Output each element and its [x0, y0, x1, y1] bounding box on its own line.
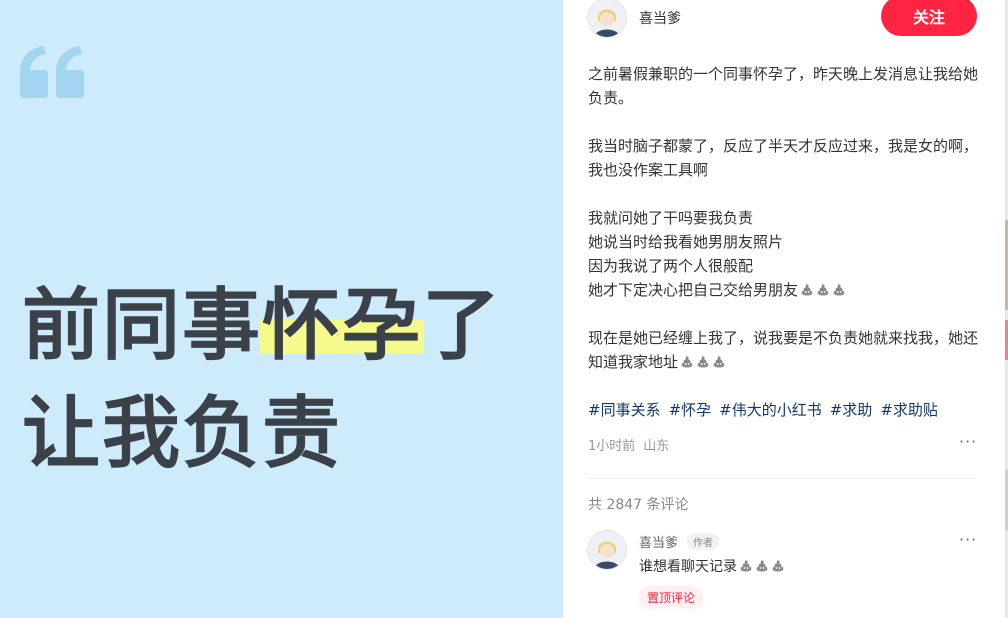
tag-link[interactable]: #求助: [830, 401, 873, 419]
author-badge: 作者: [687, 533, 719, 550]
poop-emoji-icon: [712, 352, 726, 368]
note-detail-panel: 喜当爹 关注 之前暑假兼职的一个同事怀孕了，昨天晚上发消息让我给她负责。 我当时…: [563, 0, 1005, 618]
poop-emoji-icon: [771, 559, 785, 573]
post-paragraph-text: 现在是她已经缠上我了，说我要是不负责她就来找我，她还知道我家地址: [588, 329, 979, 371]
user-avatar-icon[interactable]: [587, 530, 627, 570]
quote-mark-icon: [18, 44, 88, 102]
cover-headline: 前同事怀孕了 让我负责: [22, 272, 502, 488]
headline-text-part1: 前同事: [22, 281, 263, 371]
post-line-with-emoji: 她才下定决心把自己交给男朋友: [588, 278, 980, 302]
more-dots-icon[interactable]: ···: [959, 432, 977, 451]
headline-highlight-text: 怀孕: [262, 281, 423, 371]
tag-list: #同事关系 #怀孕 #伟大的小红书 #求助 #求助贴: [588, 399, 946, 420]
author-name[interactable]: 喜当爹: [639, 8, 681, 28]
poop-emoji-icon: [816, 280, 830, 296]
divider: [588, 478, 976, 479]
pinned-comment-badge: 置顶评论: [639, 586, 704, 609]
poop-emoji-icon: [832, 280, 846, 296]
author-header: 喜当爹 关注: [563, 0, 1005, 40]
post-paragraph-with-emoji: 现在是她已经缠上我了，说我要是不负责她就来找我，她还知道我家地址: [588, 326, 980, 374]
poop-emoji-icon: [696, 352, 710, 368]
comment-author-name[interactable]: 喜当爹: [639, 532, 678, 551]
poop-emoji-icon: [755, 559, 769, 573]
post-paragraph: 之前暑假兼职的一个同事怀孕了，昨天晚上发消息让我给她负责。: [588, 65, 979, 107]
post-paragraph: 我当时脑子都蒙了，反应了半天才反应过来，我是女的啊，我也没作案工具啊: [588, 137, 979, 179]
tag-link[interactable]: #怀孕: [669, 401, 712, 419]
poop-emoji-icon: [739, 559, 753, 573]
comment-text-row: 谁想看聊天记录: [639, 556, 785, 576]
post-time: 1小时前: [588, 439, 636, 454]
tag-link[interactable]: #同事关系: [588, 401, 661, 419]
post-line: 我就问她了干吗要我负责: [588, 209, 754, 227]
post-meta: 1小时前 山东: [588, 435, 669, 454]
comment-count: 共 2847 条评论: [588, 497, 689, 513]
post-location: 山东: [643, 439, 670, 454]
user-avatar-icon[interactable]: [587, 0, 627, 38]
poop-emoji-icon: [800, 280, 814, 296]
more-dots-icon[interactable]: ···: [959, 530, 977, 549]
post-line-text: 她才下定决心把自己交给男朋友: [588, 281, 799, 299]
headline-text-part2: 了: [422, 281, 503, 371]
post-cover-image[interactable]: 前同事怀孕了 让我负责: [0, 0, 563, 618]
post-line: 因为我说了两个人很般配: [588, 257, 754, 275]
tag-link[interactable]: #伟大的小红书: [719, 401, 822, 419]
tag-link[interactable]: #求助贴: [880, 401, 938, 419]
post-content: 之前暑假兼职的一个同事怀孕了，昨天晚上发消息让我给她负责。 我当时脑子都蒙了，反…: [588, 62, 980, 374]
cover-headline-line1: 前同事怀孕了: [22, 272, 502, 380]
headline-highlight: 怀孕: [260, 272, 425, 380]
cover-headline-line2: 让我负责: [22, 389, 343, 479]
follow-button[interactable]: 关注: [881, 0, 977, 36]
poop-emoji-icon: [680, 352, 694, 368]
post-line: 她说当时给我看她男朋友照片: [588, 233, 784, 251]
comment-text: 谁想看聊天记录: [639, 559, 737, 575]
